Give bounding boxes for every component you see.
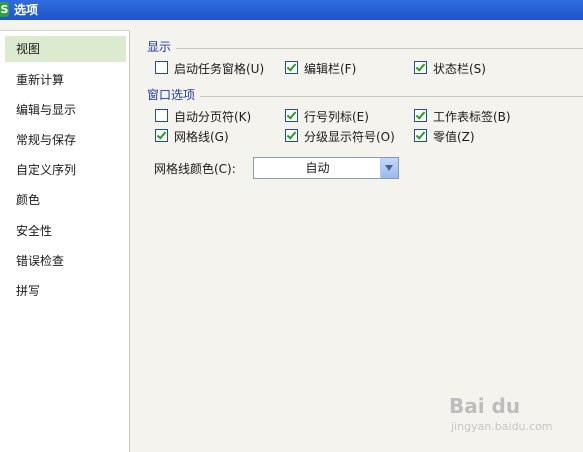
zero-values-label: 零值(Z) (433, 130, 475, 144)
option-row-col-headers[interactable]: 行号列标(E) (285, 109, 369, 125)
sheet-tabs-label: 工作表标签(B) (433, 110, 511, 124)
option-outline-symbols[interactable]: 分级显示符号(O) (285, 129, 395, 145)
startup-task-pane-checkbox[interactable] (155, 61, 168, 74)
formula-bar-checkbox[interactable] (285, 61, 298, 74)
option-gridlines[interactable]: 网格线(G) (155, 129, 229, 145)
sidebar-item-edit-display[interactable]: 编辑与显示 (5, 97, 126, 123)
window-options-group-divider (200, 96, 583, 97)
option-status-bar[interactable]: 状态栏(S) (414, 61, 486, 77)
status-bar-checkbox[interactable] (414, 61, 427, 74)
row-col-headers-label: 行号列标(E) (304, 110, 369, 124)
option-auto-page-break[interactable]: 自动分页符(K) (155, 109, 251, 125)
baidu-watermark: Bai du (449, 394, 521, 418)
gridline-color-label: 网格线颜色(C): (154, 162, 236, 176)
row-col-headers-checkbox[interactable] (285, 109, 298, 122)
sidebar-item-spelling[interactable]: 拼写 (5, 278, 126, 304)
formula-bar-label: 编辑栏(F) (304, 62, 357, 76)
sheet-tabs-checkbox[interactable] (414, 109, 427, 122)
option-startup-task-pane[interactable]: 启动任务窗格(U) (155, 61, 264, 77)
outline-symbols-checkbox[interactable] (285, 129, 298, 142)
window-options-group-label: 窗口选项 (147, 88, 196, 102)
auto-page-break-label: 自动分页符(K) (174, 110, 252, 124)
sidebar-item-custom-lists[interactable]: 自定义序列 (5, 157, 126, 183)
title-bar: S 选项 (0, 0, 583, 20)
display-group-divider (176, 48, 583, 49)
startup-task-pane-label: 启动任务窗格(U) (174, 62, 265, 76)
outline-symbols-label: 分级显示符号(O) (304, 130, 395, 144)
display-group-label: 显示 (147, 40, 172, 54)
chevron-down-icon[interactable] (380, 158, 398, 178)
sidebar-item-general-save[interactable]: 常规与保存 (5, 127, 126, 153)
status-bar-label: 状态栏(S) (433, 62, 486, 76)
gridlines-checkbox[interactable] (155, 129, 168, 142)
option-sheet-tabs[interactable]: 工作表标签(B) (414, 109, 511, 125)
baidu-watermark-url: jingyan.baidu.com (451, 420, 553, 433)
app-icon: S (0, 2, 9, 17)
option-formula-bar[interactable]: 编辑栏(F) (285, 61, 356, 77)
sidebar-item-recalculate[interactable]: 重新计算 (5, 67, 126, 93)
auto-page-break-checkbox[interactable] (155, 109, 168, 122)
sidebar-item-color[interactable]: 颜色 (5, 187, 126, 213)
sidebar-item-error-check[interactable]: 错误检查 (5, 248, 126, 274)
sidebar-item-security[interactable]: 安全性 (5, 218, 126, 244)
sidebar-item-view[interactable]: 视图 (5, 36, 126, 62)
gridline-color-select[interactable]: 自动 (253, 157, 399, 179)
gridlines-label: 网格线(G) (174, 130, 229, 144)
options-sidebar: 视图 重新计算 编辑与显示 常规与保存 自定义序列 颜色 安全性 错误检查 拼写 (0, 30, 130, 452)
zero-values-checkbox[interactable] (414, 129, 427, 142)
gridline-color-value: 自动 (305, 161, 330, 175)
window-title: 选项 (14, 3, 39, 17)
option-zero-values[interactable]: 零值(Z) (414, 129, 475, 145)
